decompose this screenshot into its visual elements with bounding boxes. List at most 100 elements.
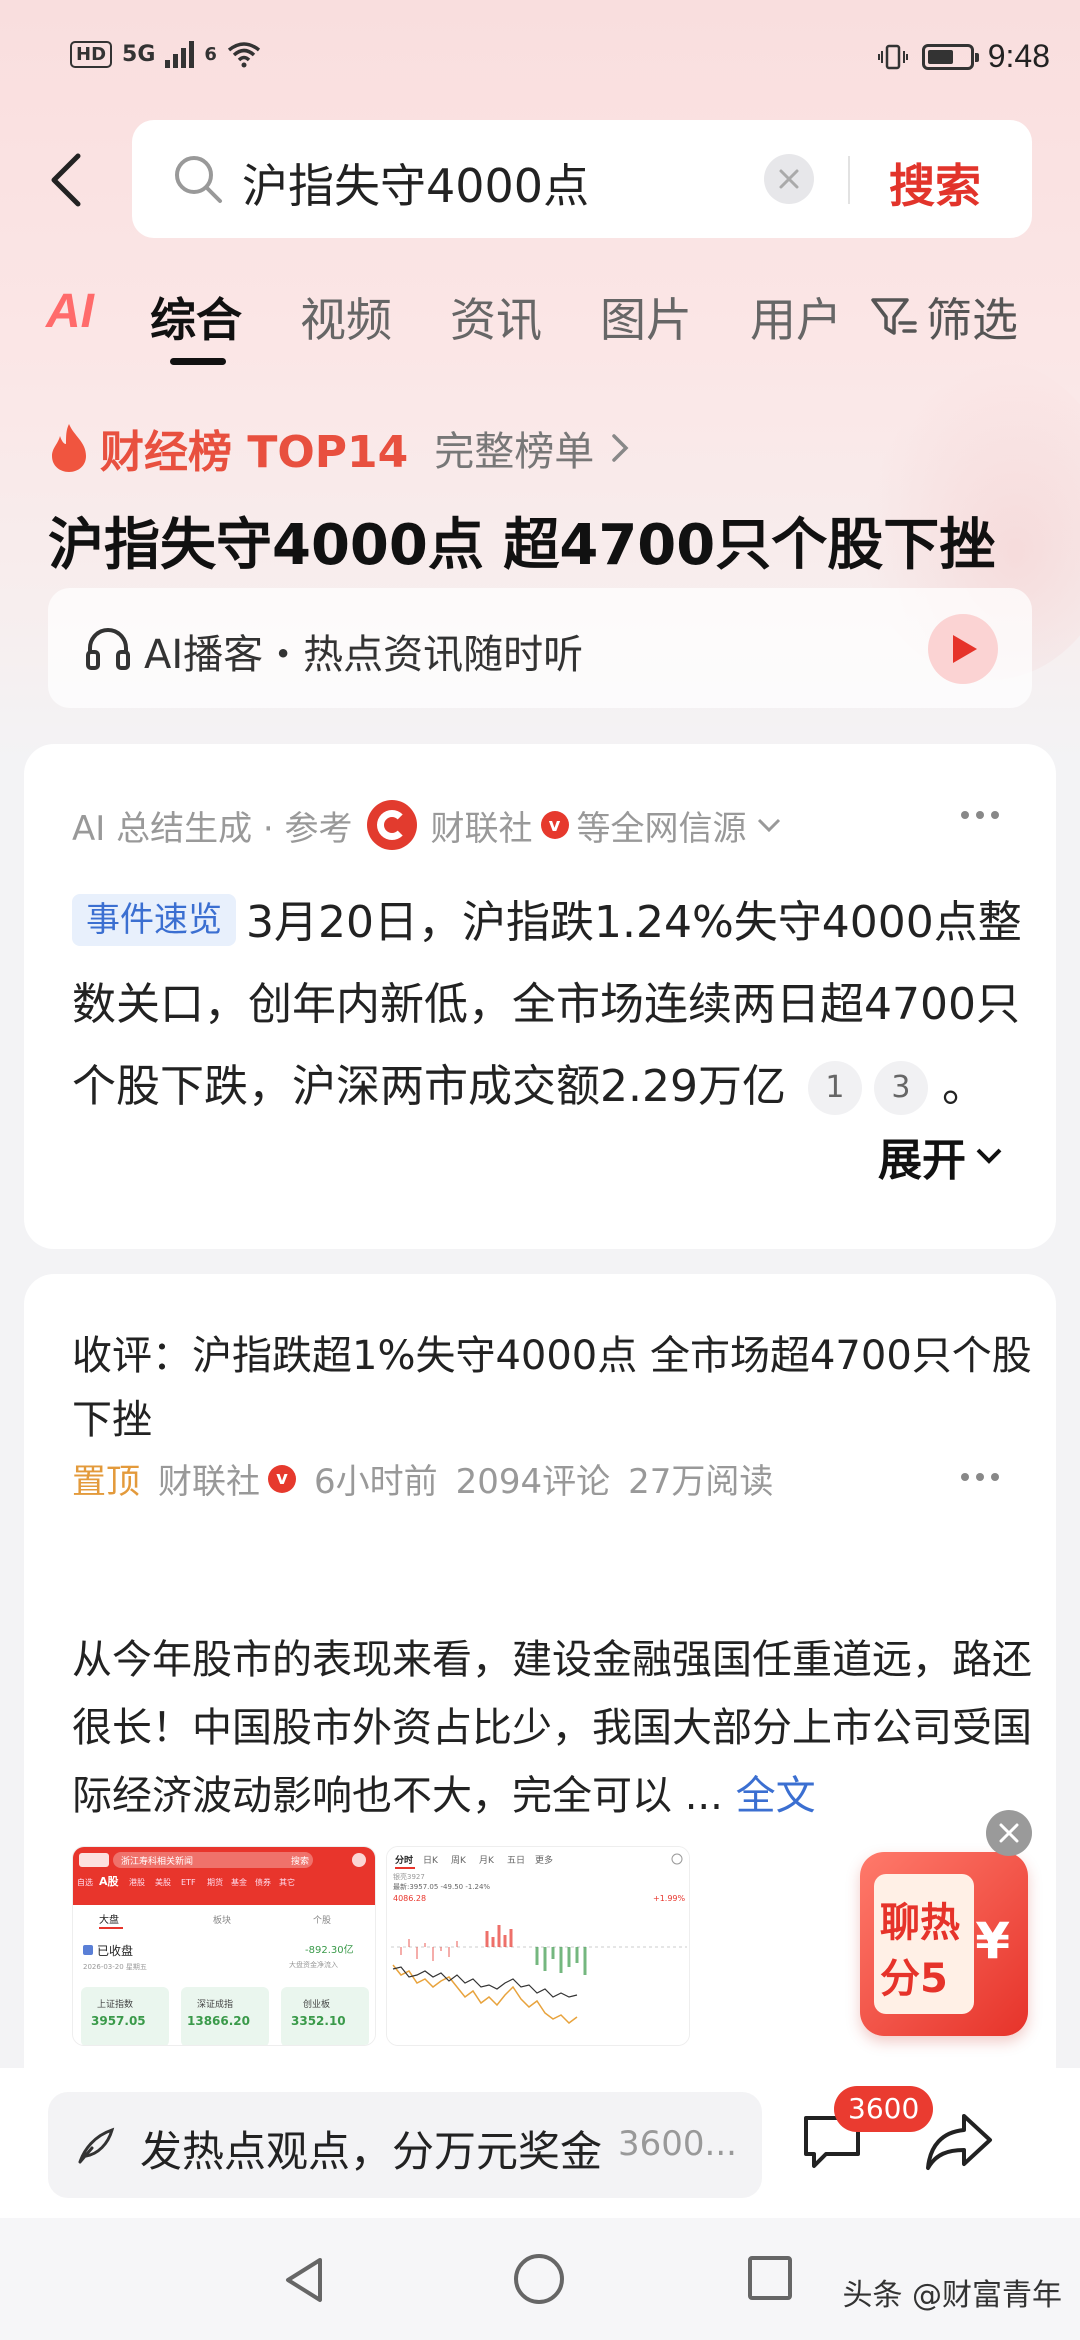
network-label: 5G [122, 41, 156, 67]
post-meta: 置顶 财联社 v 6小时前 2094评论 27万阅读 [72, 1454, 773, 1503]
ranking-link[interactable]: 完整榜单 [434, 419, 594, 477]
thumb-subtab-0: 大盘 [99, 1913, 119, 1926]
ai-summary-card: AI 总结生成 · 参考 财联社 v 等全网信源 事件速览 3月20日，沪指跌1.… [24, 744, 1056, 1249]
thumb-tab-6: 基金 [231, 1877, 247, 1887]
post-image-2[interactable]: 分时 日K 周K 月K 五日 更多 银亮3927 最新:3957.05 -49.… [386, 1846, 690, 2046]
verified-icon: v [268, 1464, 296, 1493]
pen-icon [78, 2127, 115, 2164]
wifi-icon [227, 42, 261, 68]
ad-text-2: 分5 [880, 1956, 948, 2002]
chevron-down-icon [976, 1148, 1002, 1164]
summary-source-suffix: 等全网信源 [576, 808, 747, 849]
thumb-index-value-0: 3957.05 [91, 2014, 146, 2028]
verified-icon: v [540, 811, 569, 839]
search-input[interactable]: 沪指失守4000点 [242, 150, 589, 216]
nav-recent-icon[interactable] [748, 2256, 792, 2300]
post-image-1[interactable]: 浙江寿科相关新闻 搜索 自选 A股 港股 美股 ETF 期货 基金 债券 其它 … [72, 1846, 376, 2046]
comment-placeholder: 发热点观点，分万元奖金 [140, 2127, 603, 2176]
thumb-index-value-1: 13866.20 [187, 2014, 250, 2028]
signal-icon [165, 40, 195, 68]
flame-icon [52, 424, 86, 472]
close-icon [999, 1823, 1019, 1843]
more-options-icon[interactable] [960, 1472, 1000, 1482]
status-left: HD 5G 6 [70, 40, 261, 68]
reference-1[interactable]: 1 [807, 1061, 862, 1115]
share-icon[interactable] [924, 2110, 994, 2174]
thumb-tab-0: 自选 [77, 1877, 93, 1887]
thumb-index-value-2: 3352.10 [291, 2014, 346, 2028]
tab-ai[interactable]: AI [46, 284, 94, 339]
tab-news[interactable]: 资讯 [450, 284, 542, 350]
stock-app-screenshot: 浙江寿科相关新闻 搜索 自选 A股 港股 美股 ETF 期货 基金 债券 其它 … [73, 1847, 375, 2045]
active-tab-indicator [170, 358, 226, 365]
back-icon[interactable] [44, 150, 88, 210]
search-tabs: AI 综合 视频 资讯 图片 用户 筛选 [0, 278, 1080, 368]
thumb2-pct: +1.99% [653, 1894, 686, 1903]
search-icon [175, 156, 222, 203]
page-headline: 沪指失守4000点 超4700只个股下挫 [48, 513, 996, 578]
more-options-icon[interactable] [960, 810, 1000, 820]
filter-label: 筛选 [926, 293, 1018, 347]
post-time: 6小时前 [314, 1462, 438, 1502]
thumb-tab-1: A股 [99, 1875, 120, 1888]
ranking-row[interactable]: 财经榜 TOP14 完整榜单 [48, 416, 632, 480]
post-title[interactable]: 收评：沪指跌超1%失守4000点 全市场超4700只个股下挫 [72, 1324, 1032, 1452]
summary-text-block: 事件速览 3月20日，沪指跌1.24%失守4000点整数关口，创年内新低，全市场连… [72, 882, 1032, 1128]
thumb-search-btn: 搜索 [291, 1855, 309, 1867]
reference-3[interactable]: 3 [873, 1061, 928, 1115]
tab-comprehensive[interactable]: 综合 [150, 284, 242, 350]
post-source[interactable]: 财联社 [158, 1454, 260, 1503]
filter-button[interactable]: 筛选 [870, 284, 1018, 350]
clear-search-button[interactable] [764, 154, 814, 204]
battery-icon [921, 43, 979, 70]
status-right: 9:48 [877, 38, 1050, 75]
thumb-subtab-2: 个股 [313, 1915, 331, 1926]
tab-images[interactable]: 图片 [600, 284, 692, 350]
play-icon [953, 635, 977, 663]
tab-users[interactable]: 用户 [750, 284, 842, 350]
thumb2-latest: 最新:3957.05 -49.50 -1.24% [393, 1882, 490, 1891]
full-text-link[interactable]: 全文 [736, 1773, 816, 1819]
search-box[interactable]: 沪指失守4000点 搜索 [132, 120, 1032, 238]
wifi-tag: 6 [204, 43, 217, 65]
clock: 9:48 [987, 38, 1050, 74]
play-button[interactable] [928, 614, 998, 684]
post-body-text: 从今年股市的表现来看，建设金融强国任重道远，路还很长！中国股市外资占比少，我国大… [72, 1637, 1032, 1819]
thumb2-title: 银亮3927 [393, 1872, 425, 1881]
chevron-down-icon [757, 818, 780, 833]
comment-count-text: 3600... [618, 2124, 737, 2164]
close-icon [779, 169, 799, 189]
thumb-index-name-2: 创业板 [303, 1998, 330, 2010]
podcast-text: AI播客・热点资讯随时听 [144, 632, 584, 678]
comment-input[interactable]: 发热点观点，分万元奖金 3600... [48, 2092, 762, 2198]
ai-podcast-bar[interactable]: AI播客・热点资讯随时听 [48, 588, 1032, 708]
tab-video[interactable]: 视频 [300, 284, 392, 350]
thumb-flow-label: 大盘资金净流入 [289, 1960, 338, 1969]
search-button[interactable]: 搜索 [889, 150, 981, 216]
thumb2-tab-0: 分时 [395, 1854, 413, 1866]
ranking-title: 财经榜 TOP14 [100, 427, 409, 478]
summary-source-prefix: AI 总结生成 · 参考 [72, 808, 353, 849]
search-divider [848, 156, 850, 204]
close-ad-button[interactable] [986, 1810, 1032, 1856]
thumb-subtab-1: 板块 [213, 1914, 231, 1926]
thumb2-tab-4: 五日 [507, 1855, 525, 1866]
pinned-badge: 置顶 [72, 1462, 140, 1502]
expand-button[interactable]: 展开 [878, 1124, 1004, 1188]
summary-end: 。 [941, 1061, 986, 1112]
thumb-index-name-1: 深证成指 [197, 1998, 233, 2010]
post-body[interactable]: 从今年股市的表现来看，建设金融强国任重道远，路还很长！中国股市外资占比少，我国大… [72, 1626, 1032, 1830]
thumb-date: 2026-03-20 星期五 [83, 1963, 147, 1971]
event-tag: 事件速览 [72, 894, 236, 946]
nav-back-icon[interactable] [282, 2256, 326, 2304]
thumb-tab-7: 债券 [255, 1877, 271, 1887]
bottom-comment-bar: 发热点观点，分万元奖金 3600... 3600 [0, 2068, 1080, 2218]
cailianshe-logo [366, 800, 417, 850]
thumb2-tab-2: 周K [451, 1855, 467, 1866]
nav-home-icon[interactable] [514, 2254, 564, 2304]
comment-count-badge: 3600 [834, 2086, 934, 2132]
system-nav-bar: 头条 @财富青年 [0, 2218, 1080, 2340]
summary-source-row[interactable]: AI 总结生成 · 参考 财联社 v 等全网信源 [72, 800, 783, 850]
thumb-index-name-0: 上证指数 [97, 1998, 133, 2010]
floating-ad[interactable]: 聊热 分5 ¥ [860, 1852, 1028, 2036]
